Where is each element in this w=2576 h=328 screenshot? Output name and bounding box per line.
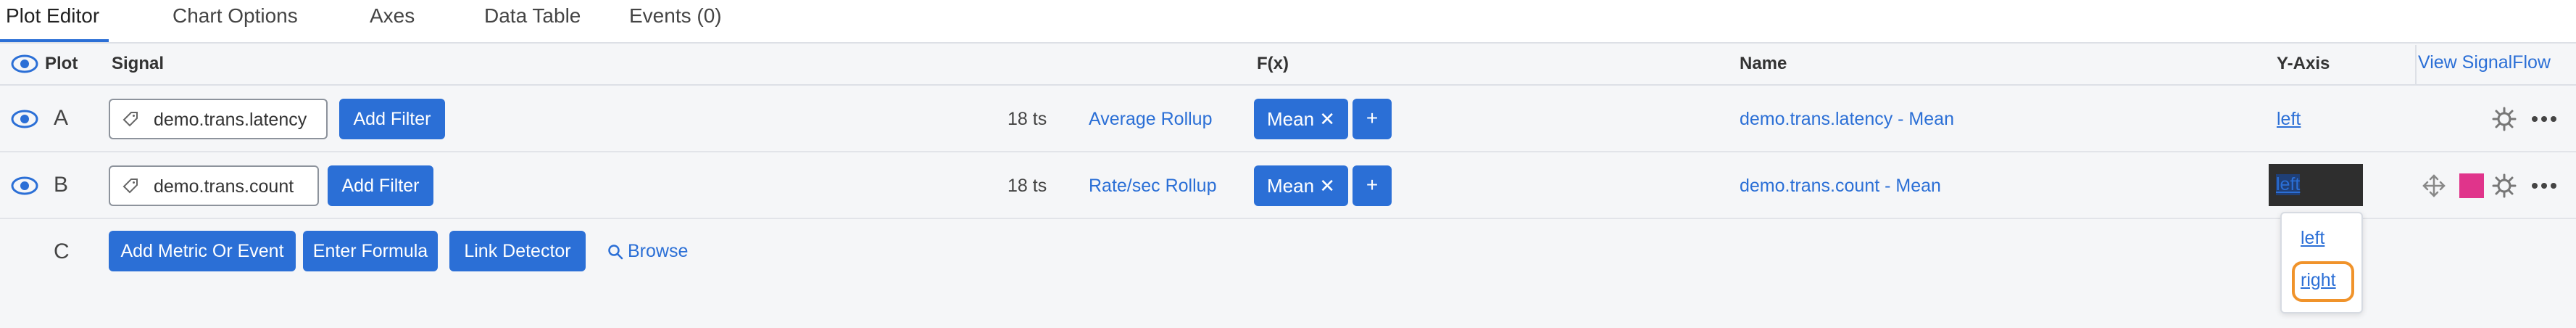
plot-row-a: A demo.trans.latency Add Filter 18 ts Av… <box>0 86 2576 152</box>
plot-letter: B <box>54 173 69 197</box>
plot-name-link[interactable]: demo.trans.latency - Mean <box>1740 109 1954 130</box>
ts-count: 18 ts <box>1007 176 1047 196</box>
header-divider <box>2415 45 2417 86</box>
header-signal: Signal <box>112 54 165 73</box>
yaxis-dropdown: left right <box>2280 212 2363 313</box>
plot-row-b: B demo.trans.count Add Filter 18 ts Rate… <box>0 152 2576 219</box>
plot-letter: C <box>54 239 70 263</box>
header-plot: Plot <box>45 54 78 73</box>
color-swatch[interactable] <box>2459 173 2484 198</box>
signal-input[interactable]: demo.trans.latency <box>109 99 328 139</box>
fx-add-button[interactable]: + <box>1353 99 1392 139</box>
yaxis-select[interactable]: left <box>2269 164 2363 206</box>
fx-mean-button[interactable]: Mean ✕ <box>1254 165 1348 206</box>
yaxis-option-left[interactable]: left <box>2301 228 2324 249</box>
tab-bar: Plot Editor Chart Options Axes Data Tabl… <box>0 0 2576 44</box>
more-icon[interactable] <box>2531 115 2557 123</box>
gear-icon[interactable] <box>2492 173 2517 198</box>
fx-add-button[interactable]: + <box>1353 165 1392 206</box>
header-yaxis: Y-Axis <box>2277 54 2330 73</box>
signal-name: demo.trans.count <box>154 176 294 197</box>
add-metric-button[interactable]: Add Metric Or Event <box>109 231 296 271</box>
tab-chart-options[interactable]: Chart Options <box>173 4 298 28</box>
link-detector-button[interactable]: Link Detector <box>449 231 586 271</box>
add-filter-button[interactable]: Add Filter <box>339 99 445 139</box>
header-name: Name <box>1740 54 1787 73</box>
tag-icon <box>122 179 138 194</box>
tab-axes[interactable]: Axes <box>370 4 415 28</box>
signal-input[interactable]: demo.trans.count <box>109 165 319 206</box>
yaxis-option-right[interactable]: right <box>2301 270 2336 291</box>
tag-icon <box>122 112 138 127</box>
signal-name: demo.trans.latency <box>154 110 307 130</box>
browse-label: Browse <box>628 241 689 261</box>
tab-data-table[interactable]: Data Table <box>484 4 581 28</box>
ts-count: 18 ts <box>1007 109 1047 129</box>
rollup-link[interactable]: Average Rollup <box>1089 109 1212 130</box>
add-filter-button[interactable]: Add Filter <box>328 165 433 206</box>
view-signalflow-link[interactable]: View SignalFlow <box>2418 52 2551 73</box>
more-icon[interactable] <box>2531 181 2557 190</box>
tab-plot-editor[interactable]: Plot Editor <box>6 4 99 28</box>
plot-table-header: Plot Signal F(x) Name Y-Axis View Signal… <box>0 45 2576 86</box>
yaxis-selected-value: left <box>2276 174 2301 195</box>
active-tab-indicator <box>0 39 109 42</box>
header-fx: F(x) <box>1257 54 1289 73</box>
move-icon[interactable] <box>2422 173 2446 198</box>
search-icon <box>608 245 623 260</box>
yaxis-link[interactable]: left <box>2277 109 2301 130</box>
plot-name-link[interactable]: demo.trans.count - Mean <box>1740 176 1941 197</box>
plot-row-c: C Add Metric Or Event Enter Formula Link… <box>0 219 2576 284</box>
enter-formula-button[interactable]: Enter Formula <box>303 231 438 271</box>
rollup-link[interactable]: Rate/sec Rollup <box>1089 176 1216 197</box>
tab-events[interactable]: Events (0) <box>629 4 722 28</box>
fx-mean-button[interactable]: Mean ✕ <box>1254 99 1348 139</box>
browse-link[interactable]: Browse <box>607 241 688 262</box>
gear-icon[interactable] <box>2492 107 2517 131</box>
eye-icon[interactable] <box>10 54 39 74</box>
eye-icon[interactable] <box>10 176 39 196</box>
eye-icon[interactable] <box>10 109 39 129</box>
plot-letter: A <box>54 106 69 130</box>
